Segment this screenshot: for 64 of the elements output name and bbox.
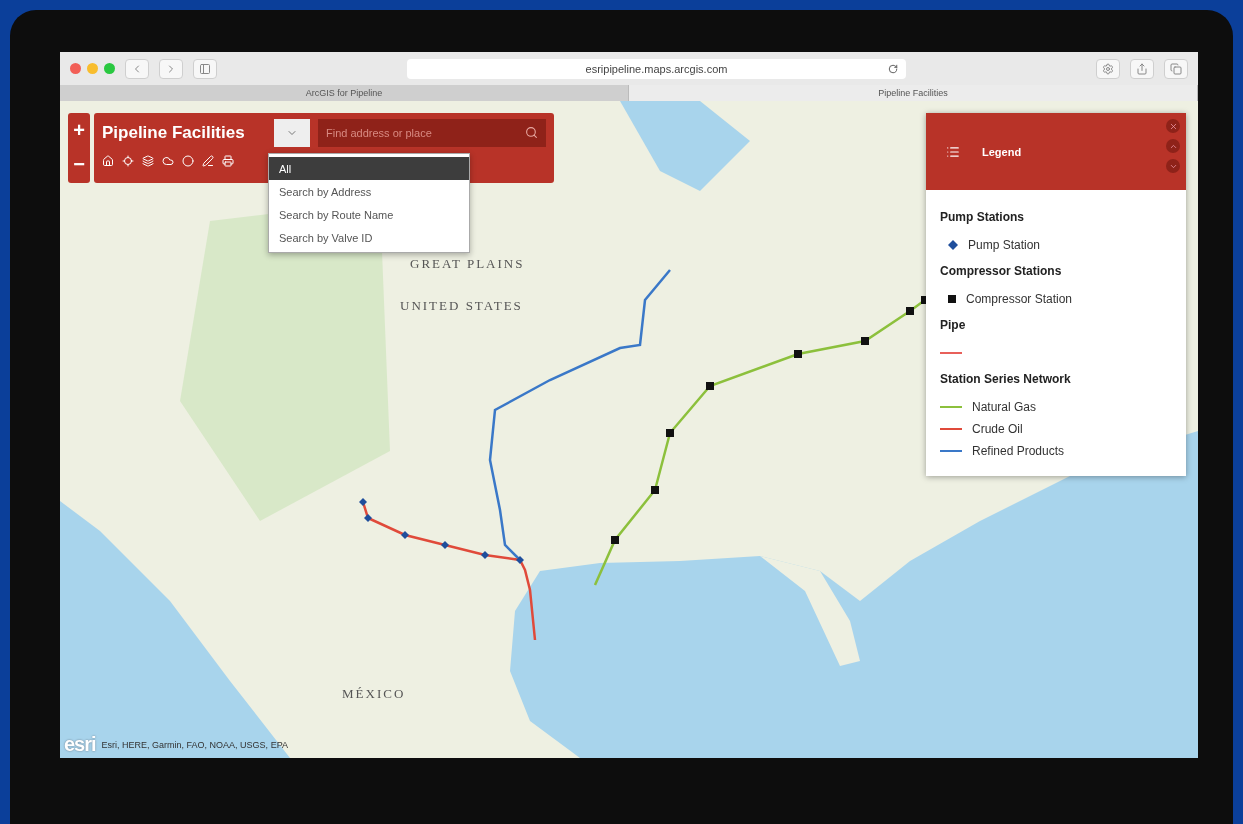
pump-station-marker[interactable] [516, 556, 524, 564]
collapse-button[interactable] [1166, 139, 1180, 153]
expand-button[interactable] [1166, 159, 1180, 173]
legend-title: Legend [982, 145, 1022, 158]
settings-button[interactable] [1096, 58, 1120, 79]
home-icon[interactable] [102, 155, 114, 167]
dropdown-option[interactable]: Search by Valve ID [269, 226, 469, 249]
legend-section-heading: Compressor Stations [940, 264, 1063, 278]
compressor-station-marker[interactable] [611, 536, 619, 544]
pump-station-marker[interactable] [359, 498, 367, 506]
pump-station-marker[interactable] [441, 541, 449, 549]
printer-icon[interactable] [222, 155, 234, 167]
dropdown-option[interactable]: Search by Route Name [269, 203, 469, 226]
layers-icon[interactable] [142, 155, 154, 167]
legend-section-heading: Pipe [940, 318, 967, 332]
map-attribution: Esri, HERE, Garmin, FAO, NOAA, USGS, EPA [101, 739, 288, 750]
compressor-station-marker[interactable] [666, 429, 674, 437]
sidebar-button[interactable] [193, 58, 217, 79]
close-window-icon[interactable] [70, 63, 81, 74]
browser-tab[interactable]: ArcGIS for Pipeline [60, 85, 629, 101]
map-logo: esri [64, 733, 96, 756]
pump-station-marker[interactable] [364, 514, 372, 522]
app-title: Pipeline Facilities [102, 123, 246, 143]
circle-icon[interactable] [182, 155, 194, 167]
pump-station-marker[interactable] [401, 531, 409, 539]
compressor-station-marker[interactable] [861, 337, 869, 345]
legend-item-label: Pump Station [968, 238, 1041, 252]
reload-icon[interactable] [888, 63, 898, 74]
compressor-station-marker[interactable] [906, 307, 914, 315]
compressor-station-marker[interactable] [794, 350, 802, 358]
legend-item-label: Compressor Station [966, 292, 1073, 306]
zoom-out-button[interactable]: − [68, 147, 90, 181]
search-icon[interactable] [525, 126, 538, 139]
close-icon [1168, 121, 1178, 131]
address-bar[interactable]: esripipeline.maps.arcgis.com [407, 58, 906, 79]
pen-icon[interactable] [202, 155, 214, 167]
compressor-station-marker[interactable] [706, 382, 714, 390]
tabs-icon [1170, 62, 1182, 75]
tabs-button[interactable] [1164, 58, 1188, 79]
gear-icon [1102, 62, 1114, 75]
map-label: MÉXICO [342, 686, 406, 702]
maximize-window-icon[interactable] [104, 63, 115, 74]
list-icon [946, 144, 960, 159]
zoom-in-button[interactable]: + [68, 113, 90, 147]
share-icon [1136, 62, 1148, 75]
legend-section-heading: Pump Stations [940, 210, 1025, 224]
legend-item-label: Crude Oil [972, 422, 1023, 436]
cloud-icon[interactable] [162, 155, 174, 167]
legend-section-heading: Station Series Network [940, 372, 1072, 386]
legend-item-label: Refined Products [972, 444, 1065, 458]
pump-station-marker[interactable] [481, 551, 489, 559]
dropdown-option[interactable]: All [269, 157, 469, 180]
locate-icon[interactable] [122, 155, 134, 167]
sidebar-icon [199, 62, 211, 75]
legend-item-label: Natural Gas [972, 400, 1037, 414]
compressor-station-marker[interactable] [651, 486, 659, 494]
search-field[interactable]: Find address or place [318, 119, 546, 147]
dropdown-option[interactable]: Search by Address [269, 180, 469, 203]
back-button[interactable] [125, 58, 149, 79]
share-button[interactable] [1130, 58, 1154, 79]
map-label: GREAT PLAINS [410, 256, 525, 272]
browser-tab[interactable]: Pipeline Facilities [629, 85, 1198, 101]
close-button[interactable] [1166, 119, 1180, 133]
map-label: UNITED STATES [400, 298, 523, 314]
